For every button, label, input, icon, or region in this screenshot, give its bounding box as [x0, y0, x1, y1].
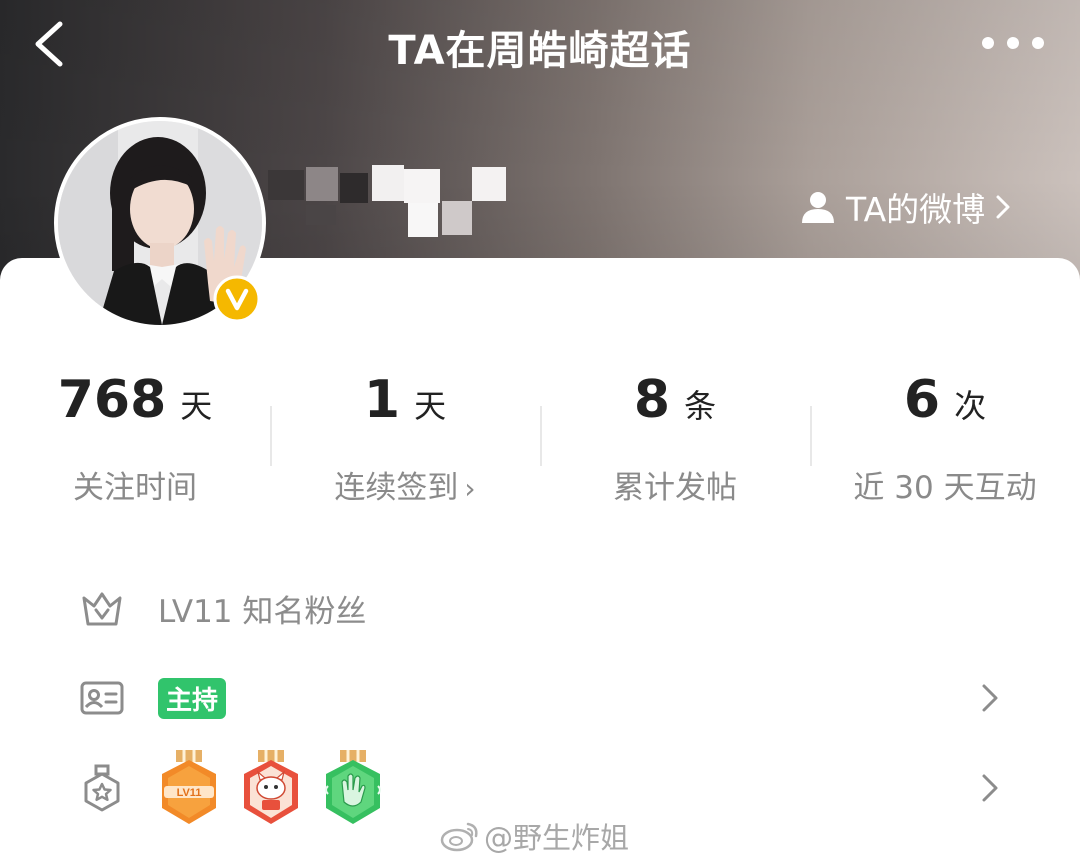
stat-total-posts: 8 条 累计发帖: [540, 370, 810, 506]
level-row: LV11 知名粉丝: [78, 578, 1028, 638]
chevron-right-icon: ›: [464, 472, 476, 505]
more-options-icon[interactable]: [980, 35, 1046, 51]
hand-medal-icon[interactable]: [322, 750, 384, 826]
lv11-medal-text: LV11: [177, 787, 202, 799]
fan-level-text: LV11 知名粉丝: [158, 593, 367, 630]
user-icon: [802, 192, 834, 223]
stat-label: 累计发帖: [613, 470, 737, 506]
mascot-medal-icon[interactable]: [240, 750, 302, 826]
stat-value: 8: [633, 370, 671, 430]
lv11-medal-icon[interactable]: LV11: [158, 750, 220, 826]
stat-label: 关注时间: [73, 470, 197, 506]
stat-unit: 条: [684, 387, 717, 425]
weibo-logo-icon: [440, 822, 478, 852]
chevron-right-icon: [996, 195, 1010, 219]
stat-value: 1: [363, 370, 401, 430]
page-title: TA在周皓崎超话: [388, 28, 692, 74]
stat-checkin-streak[interactable]: 1 天 连续签到 ›: [270, 370, 540, 506]
stat-unit: 天: [180, 387, 213, 425]
stat-interactions-30d: 6 次 近 30 天互动: [810, 370, 1080, 506]
medals-list: LV11: [158, 750, 384, 826]
ta-weibo-link[interactable]: TA的微博: [800, 182, 1011, 232]
host-role-badge: 主持: [158, 677, 227, 719]
chevron-right-icon: [982, 774, 998, 802]
ta-weibo-label: TA的微博: [846, 190, 986, 229]
stat-unit: 天: [414, 387, 447, 425]
role-row[interactable]: 主持: [78, 668, 1028, 728]
crown-level-icon: [82, 592, 122, 626]
stat-value: 768: [57, 370, 167, 430]
username-blurred: [268, 165, 518, 240]
chevron-right-icon: [982, 684, 998, 712]
stats-row: 768 天 关注时间 1 天 连续签到 › 8 条 累计发帖 6 次 近 30 天…: [0, 370, 1080, 506]
stat-label: 近 30 天互动: [853, 470, 1037, 506]
stat-label-wrap: 连续签到 ›: [270, 462, 540, 507]
medal-star-icon: [84, 764, 120, 812]
stat-label: 连续签到: [334, 470, 459, 506]
weibo-watermark: @野生炸姐: [440, 818, 630, 855]
watermark-text: @野生炸姐: [484, 821, 630, 855]
medals-row[interactable]: LV11: [78, 750, 1028, 824]
stat-value: 6: [903, 370, 941, 430]
verified-badge-icon: [213, 275, 261, 323]
stat-follow-days: 768 天 关注时间: [0, 370, 270, 506]
stat-unit: 次: [954, 387, 987, 425]
id-card-icon: [80, 681, 124, 715]
